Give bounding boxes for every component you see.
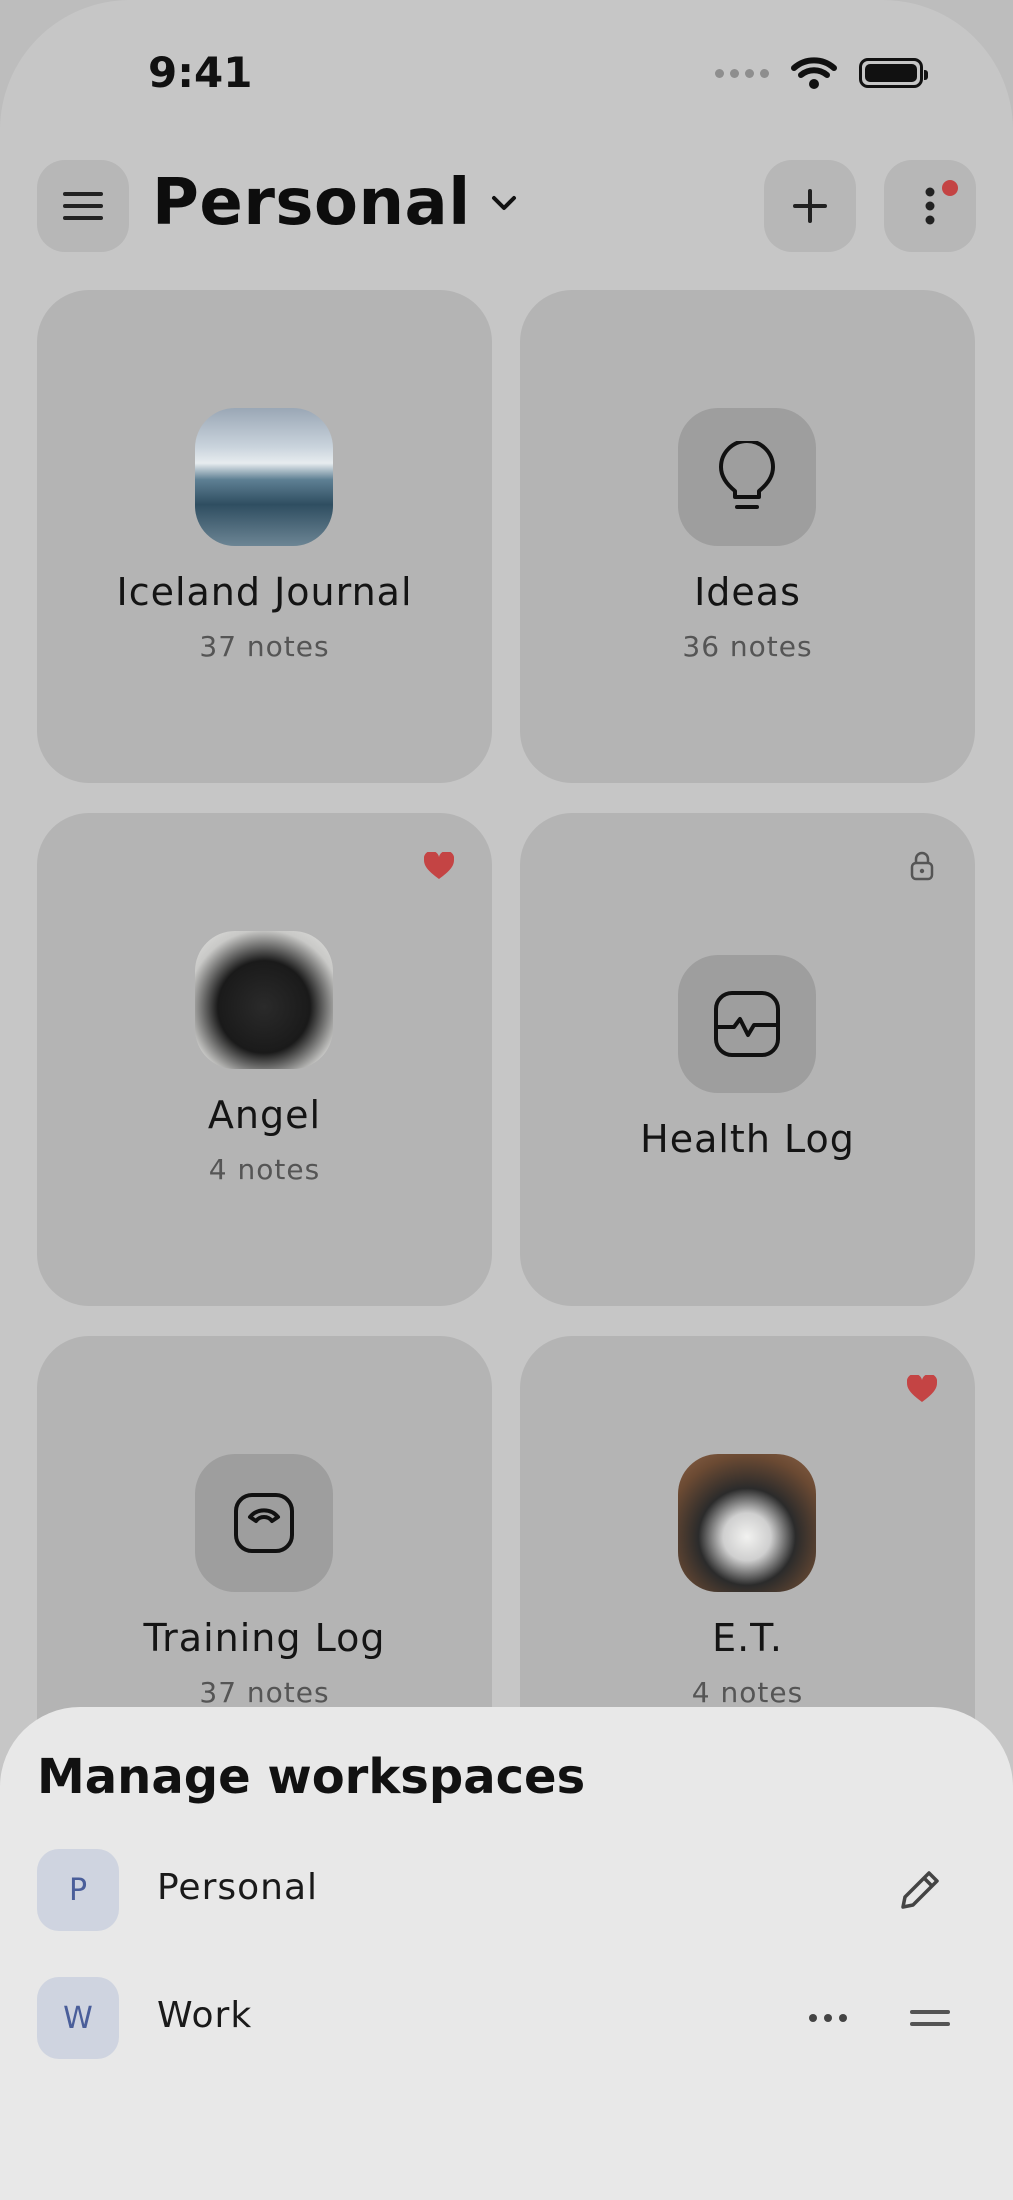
hamburger-icon xyxy=(63,192,103,220)
status-time: 9:41 xyxy=(148,48,253,97)
scale-icon xyxy=(234,1493,294,1553)
workspace-name: Personal xyxy=(157,1867,319,1908)
notebook-title: Training Log xyxy=(143,1616,386,1660)
edit-icon xyxy=(901,1871,939,1909)
notebook-note-count: 4 notes xyxy=(208,1153,321,1186)
notebook-card-angel[interactable]: Angel 4 notes xyxy=(37,813,492,1306)
lightbulb-icon xyxy=(719,441,775,509)
signal-icon xyxy=(715,68,769,78)
app-screen: 9:41 Personal Iceland Journal 37 notes I… xyxy=(0,0,1013,2200)
add-button[interactable] xyxy=(764,160,856,252)
notebook-icon xyxy=(678,955,816,1093)
more-options-button[interactable] xyxy=(884,160,976,252)
notebook-title: Ideas xyxy=(694,570,801,614)
lock-icon xyxy=(905,849,939,883)
notebook-title: Angel xyxy=(207,1093,322,1137)
notebook-card-health-log[interactable]: Health Log xyxy=(520,813,975,1306)
page-title: Personal xyxy=(152,166,471,240)
menu-button[interactable] xyxy=(37,160,129,252)
heart-icon xyxy=(905,1372,939,1406)
notification-dot xyxy=(942,180,958,196)
notebook-photo xyxy=(678,1454,816,1592)
workspace-switcher[interactable]: Personal xyxy=(152,166,519,240)
more-vertical-icon xyxy=(925,187,935,225)
heart-icon xyxy=(422,849,456,883)
workspace-row-personal[interactable]: P Personal xyxy=(0,1835,1013,1945)
drag-handle[interactable] xyxy=(900,1988,960,2048)
notebook-note-count: 37 notes xyxy=(199,630,330,663)
workspace-row-work[interactable]: W Work xyxy=(0,1963,1013,2073)
notebook-title: Health Log xyxy=(640,1117,855,1161)
chevron-down-icon xyxy=(491,196,516,210)
status-icons xyxy=(715,56,928,90)
workspace-avatar: W xyxy=(37,1977,119,2059)
drag-handle-icon xyxy=(910,2010,950,2026)
notebook-title: E.T. xyxy=(712,1616,783,1660)
wifi-icon xyxy=(791,57,837,89)
edit-workspace-button[interactable] xyxy=(890,1860,950,1920)
more-horizontal-icon xyxy=(809,2014,847,2022)
notebook-icon xyxy=(195,1454,333,1592)
notebook-card-ideas[interactable]: Ideas 36 notes xyxy=(520,290,975,783)
manage-workspaces-sheet: Manage workspaces P Personal W Work xyxy=(0,1707,1013,2200)
notebook-note-count: 36 notes xyxy=(682,630,813,663)
battery-icon xyxy=(859,58,928,88)
notebook-card-iceland-journal[interactable]: Iceland Journal 37 notes xyxy=(37,290,492,783)
workspace-more-button[interactable] xyxy=(798,1988,858,2048)
notebook-note-count: 4 notes xyxy=(691,1676,804,1709)
notebook-note-count: 37 notes xyxy=(199,1676,330,1709)
notebook-title: Iceland Journal xyxy=(116,570,413,614)
workspace-avatar: P xyxy=(37,1849,119,1931)
notebook-photo xyxy=(195,408,333,546)
notebook-photo xyxy=(195,931,333,1069)
plus-icon xyxy=(793,189,827,223)
workspace-name: Work xyxy=(157,1995,253,2036)
notebook-icon xyxy=(678,408,816,546)
activity-icon xyxy=(714,991,780,1057)
sheet-title: Manage workspaces xyxy=(37,1749,586,1805)
